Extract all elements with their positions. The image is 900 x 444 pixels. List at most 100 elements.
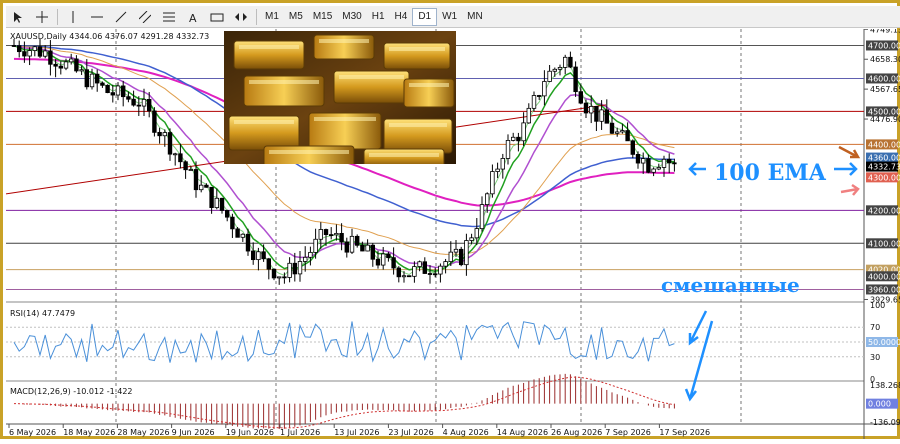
candle <box>48 50 53 65</box>
candle <box>630 140 635 155</box>
trendline-icon[interactable] <box>111 8 131 26</box>
candle <box>287 262 292 278</box>
candle <box>464 240 469 266</box>
candle <box>484 193 490 205</box>
timeframe-m1-button[interactable]: M1 <box>260 8 284 26</box>
candle <box>141 99 147 107</box>
time-axis-label: 18 May 2026 <box>63 428 115 437</box>
candle <box>563 56 568 68</box>
candle <box>386 253 391 259</box>
price-axis-label: 4100.00 <box>868 239 900 248</box>
time-axis-label: 4 Aug 2026 <box>443 428 489 437</box>
candle <box>53 63 58 67</box>
candle <box>152 110 157 133</box>
price-axis-label: 4000.00 <box>868 272 900 281</box>
candle <box>318 229 323 240</box>
candle <box>183 161 188 171</box>
candle <box>589 106 594 114</box>
candle <box>297 261 303 275</box>
time-axis-label: 13 Jul 2026 <box>334 428 379 437</box>
price-axis-label: 4332.73 <box>868 163 900 172</box>
timeframe-m30-button[interactable]: M30 <box>337 8 366 26</box>
cursor-icon[interactable] <box>8 8 28 26</box>
timeframe-m5-button[interactable]: M5 <box>284 8 308 26</box>
toolbar: A M1 M5 M15 M30 H1 H4 D1 W1 MN <box>6 6 900 28</box>
candle <box>427 273 433 275</box>
candle <box>443 261 448 267</box>
timeframe-h4-button[interactable]: H4 <box>390 8 413 26</box>
candle <box>115 85 121 96</box>
candle <box>375 258 381 266</box>
candle <box>521 122 526 142</box>
candle <box>360 244 365 252</box>
candle <box>547 70 552 82</box>
toolbar-divider <box>256 8 257 25</box>
candle <box>328 234 334 236</box>
candle <box>84 69 89 88</box>
label-icon[interactable] <box>207 8 227 26</box>
candle <box>95 73 100 84</box>
timeframe-mn-button[interactable]: MN <box>462 8 488 26</box>
candle <box>448 251 453 262</box>
time-axis-label: 6 May 2026 <box>9 428 56 437</box>
time-axis-label: 23 Jul 2026 <box>388 428 433 437</box>
price-axis-label: 4658.30 <box>870 55 900 64</box>
rsi-pane-title: RSI(14) 47.7479 <box>10 309 76 318</box>
candle <box>458 248 464 266</box>
candle <box>11 45 17 47</box>
candle <box>292 262 297 275</box>
candle <box>32 46 37 51</box>
fibonacci-icon[interactable] <box>159 8 179 26</box>
vertical-line-icon[interactable] <box>63 8 83 26</box>
candle <box>583 102 589 114</box>
candle <box>635 153 641 164</box>
candle <box>100 82 105 86</box>
candle <box>224 210 230 218</box>
gold-bar <box>263 145 355 164</box>
timeframe-w1-button[interactable]: W1 <box>437 8 462 26</box>
time-axis-label: 14 Aug 2026 <box>497 428 548 437</box>
horizontal-line-icon[interactable] <box>87 8 107 26</box>
candle <box>495 168 500 172</box>
candle <box>526 107 531 124</box>
candle <box>396 267 401 278</box>
gold-bars-image <box>224 31 456 164</box>
candle <box>604 109 609 124</box>
candle <box>365 244 370 252</box>
timeframe-d1-button[interactable]: D1 <box>412 7 438 26</box>
timeframe-h1-button[interactable]: H1 <box>367 8 390 26</box>
candle <box>599 109 604 122</box>
time-axis-label: 9 Jun 2026 <box>172 428 215 437</box>
gold-bar <box>313 34 375 60</box>
candle <box>505 140 511 159</box>
candle <box>667 158 672 164</box>
candle <box>188 169 193 171</box>
candle <box>469 237 474 241</box>
candle <box>219 197 225 211</box>
text-icon[interactable]: A <box>183 8 203 26</box>
timeframe-m15-button[interactable]: M15 <box>308 8 337 26</box>
candle <box>167 132 173 155</box>
candle <box>354 235 360 246</box>
mixed-annotation: смешанные <box>661 273 800 297</box>
channel-icon[interactable] <box>135 8 155 26</box>
candle <box>204 184 209 188</box>
macd-histogram <box>13 373 675 430</box>
candle <box>308 251 313 258</box>
crosshair-icon[interactable] <box>32 8 52 26</box>
candle <box>661 158 667 168</box>
candle <box>162 132 167 137</box>
candle <box>651 168 656 173</box>
candle <box>391 257 396 269</box>
candle <box>500 158 505 170</box>
candle <box>339 232 344 243</box>
candle <box>250 250 256 261</box>
svg-text:A: A <box>189 12 197 23</box>
candle <box>422 261 427 274</box>
price-axis-label: 4567.65 <box>870 85 900 94</box>
candle <box>126 96 131 100</box>
candle <box>453 248 459 253</box>
time-axis-label: 1 Jul 2026 <box>280 428 320 437</box>
arrows-dropdown-icon[interactable] <box>231 8 251 26</box>
chart-area[interactable]: 4749.15 4700.00 4658.30 4600.00 4567.65 4500.… <box>5 25 900 439</box>
